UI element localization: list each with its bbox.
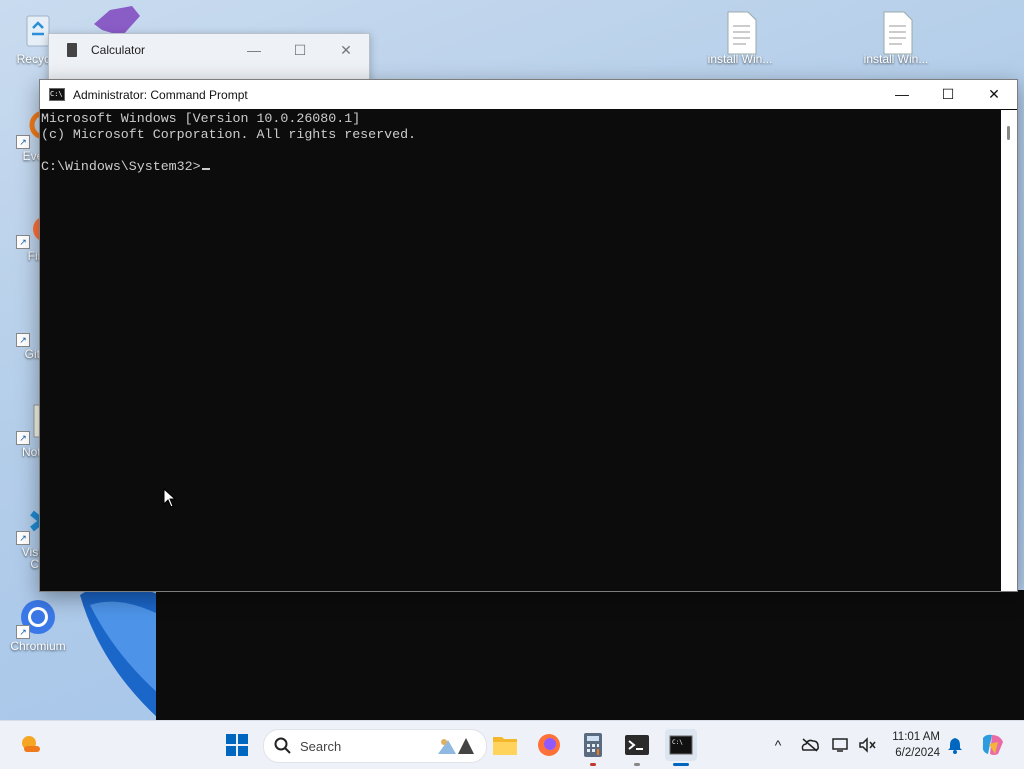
taskbar-command-prompt[interactable]: C:\ [665,729,697,766]
running-indicator [634,763,640,766]
search-placeholder: Search [300,738,342,754]
clock-date: 6/2/2024 [895,747,940,759]
cmd-title: Administrator: Command Prompt [73,87,248,102]
running-indicator [590,763,596,766]
taskbar-search-box[interactable]: Search [263,729,487,763]
calculator-icon [584,733,602,757]
text-cursor [201,168,210,170]
cmd-title-bar[interactable]: C:\ Administrator: Command Prompt — ☐ ✕ [40,80,1017,109]
calculator-title: Calculator [91,43,146,57]
volume-muted-icon[interactable] [858,737,878,753]
command-prompt-window[interactable]: C:\ Administrator: Command Prompt — ☐ ✕ … [39,79,1018,592]
minimize-button[interactable]: — [231,34,277,66]
terminal-icon [625,735,649,755]
close-button[interactable]: ✕ [971,80,1017,109]
console-output[interactable]: Microsoft Windows [Version 10.0.26080.1]… [40,110,1001,591]
taskbar-file-explorer[interactable] [489,729,521,761]
background-console-area [156,590,1024,720]
network-icon[interactable] [832,737,850,753]
taskbar-terminal[interactable] [621,729,653,766]
maximize-button[interactable]: ☐ [277,34,323,66]
calculator-icon [67,43,77,57]
desktop-icon-install-file-2[interactable]: install Win... [861,10,931,66]
weather-widget-icon [22,736,40,752]
shortcut-arrow-icon: ↗ [16,135,30,149]
minimize-button[interactable]: — [879,80,925,109]
clock-time: 11:01 AM [892,731,940,743]
taskbar-clock[interactable]: 11:01 AM 6/2/2024 [885,729,940,761]
scrollbar-thumb[interactable] [1007,126,1010,140]
wallpaper-bloom [70,585,160,720]
taskbar-calculator[interactable] [577,729,609,766]
shortcut-arrow-icon: ↗ [16,431,30,445]
close-button[interactable]: ✕ [323,34,369,66]
text-document-icon [720,10,760,55]
search-icon [274,737,291,754]
active-indicator [673,763,689,766]
console-line: (c) Microsoft Corporation. All rights re… [41,127,417,142]
shortcut-arrow-icon: ↗ [16,625,30,639]
console-prompt: C:\Windows\System32> [41,159,201,174]
cmd-icon: C:\ [49,88,65,101]
text-document-icon [876,10,916,55]
copilot-icon[interactable] [980,732,1006,758]
folder-icon [493,737,517,755]
taskbar-firefox[interactable] [533,729,565,761]
search-highlight-icon [438,738,474,754]
desktop-icon-label: Chromium [10,639,66,653]
shortcut-arrow-icon: ↗ [16,333,30,347]
desktop-icon-install-file-1[interactable]: install Win... [705,10,775,66]
show-hidden-icons-chevron-icon[interactable]: ^ [768,737,788,753]
console-line: Microsoft Windows [Version 10.0.26080.1] [41,111,361,126]
cmd-icon: C:\ [669,735,693,755]
firefox-icon [538,734,560,756]
shortcut-arrow-icon: ↗ [16,235,30,249]
mouse-pointer-icon [163,487,177,511]
vertical-scrollbar[interactable] [1001,110,1017,591]
windows-logo-icon [226,734,248,756]
shortcut-arrow-icon: ↗ [16,531,30,545]
notification-bell-icon[interactable] [947,736,963,754]
svg-text:C:\: C:\ [672,739,683,746]
taskbar: Search C:\ ^ 11:01 AM 6/2/2024 [0,720,1024,769]
chromium-icon: ↗ [16,597,58,639]
desktop-icon-chromium[interactable]: ↗ Chromium [3,597,73,653]
widgets-button[interactable] [15,729,47,761]
start-button[interactable] [221,729,253,761]
maximize-button[interactable]: ☐ [925,80,971,109]
onedrive-icon[interactable] [800,737,820,753]
